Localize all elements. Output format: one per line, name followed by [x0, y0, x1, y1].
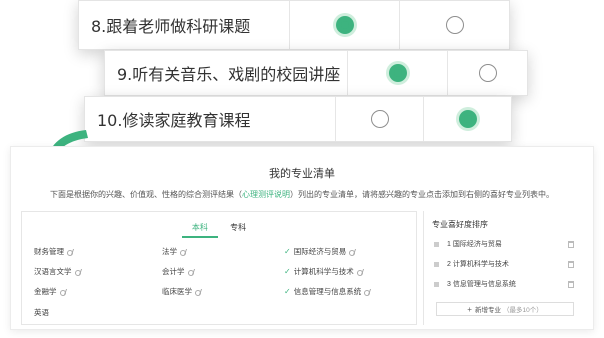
info-icon[interactable] [364, 289, 373, 296]
major-item[interactable]: 英语 [34, 307, 49, 318]
desc-suffix: ）列出的专业清单，请将感兴趣的专业点击添加到右侧的喜好专业列表中。 [290, 190, 554, 199]
desc-prefix: 下面是根据你的兴趣、价值观、性格的综合测评结果（ [50, 190, 242, 199]
radio-unselected[interactable] [370, 110, 389, 128]
info-icon[interactable] [356, 269, 366, 276]
info-icon[interactable] [349, 249, 358, 256]
major-item[interactable]: 法学 [162, 246, 189, 257]
major-label: 法学 [162, 247, 177, 256]
major-label: 汉语言文学 [34, 267, 72, 276]
info-icon[interactable] [74, 269, 84, 276]
ranking-label: 2 计算机科学与技术 [447, 261, 509, 268]
option-no[interactable] [447, 51, 527, 95]
assessment-help-link[interactable]: 心理测评说明 [242, 190, 290, 199]
ranking-label: 3 信息管理与信息系统 [447, 281, 516, 288]
panel-description: 下面是根据你的兴趣、价值观、性格的综合测评结果（心理测评说明）列出的专业清单，请… [11, 189, 593, 200]
question-text: 9.听有关音乐、戏剧的校园讲座 [117, 65, 341, 84]
major-label: 英语 [34, 308, 49, 317]
plus-icon: + [467, 304, 472, 314]
check-icon: ✓ [284, 247, 291, 256]
add-major-note: （最多10个） [502, 307, 543, 314]
radio-unselected[interactable] [445, 16, 464, 34]
major-label: 国际经济与贸易 [293, 247, 347, 256]
option-no[interactable] [423, 97, 511, 141]
drag-handle-icon[interactable] [434, 261, 439, 267]
major-item[interactable]: 临床医学 [162, 286, 204, 297]
panel-title: 我的专业清单 [269, 168, 335, 180]
radio-selected[interactable] [335, 16, 354, 34]
survey-question-10: 10.修读家庭教育课程 [84, 96, 512, 142]
option-yes[interactable] [335, 97, 423, 141]
info-icon[interactable] [59, 289, 69, 296]
major-item[interactable]: ✓ 信息管理与信息系统 [284, 286, 373, 297]
major-ranking-box: 专业喜好度排序 1 国际经济与贸易 2 计算机科学与技术 3 信息管理与信息系统… [423, 211, 583, 325]
degree-tabs: 本科 专科 [22, 222, 416, 238]
option-yes[interactable] [289, 1, 399, 49]
option-yes[interactable] [347, 51, 447, 95]
option-no[interactable] [399, 1, 509, 49]
radio-unselected[interactable] [478, 64, 497, 82]
radio-selected[interactable] [388, 64, 407, 82]
major-list-panel: 我的专业清单 下面是根据你的兴趣、价值观、性格的综合测评结果（心理测评说明）列出… [10, 146, 594, 330]
trash-icon[interactable] [568, 240, 574, 248]
ranking-label: 1 国际经济与贸易 [447, 241, 502, 248]
major-options-box: 本科 专科 财务管理 法学 ✓ 国际经济与贸易 汉语言文学 会计学 ✓ 计算机科学与… [21, 211, 417, 325]
add-major-label: 新增专业 [474, 307, 501, 314]
major-item[interactable]: 金融学 [34, 286, 69, 297]
drag-handle-icon[interactable] [434, 281, 439, 287]
check-icon: ✓ [284, 287, 291, 296]
info-icon[interactable] [195, 289, 204, 296]
radio-selected[interactable] [458, 110, 477, 128]
major-label: 临床医学 [162, 287, 192, 296]
trash-icon[interactable] [568, 280, 574, 288]
major-label: 金融学 [34, 287, 57, 296]
major-item[interactable]: 财务管理 [34, 246, 76, 257]
ranking-item[interactable]: 2 计算机科学与技术 [434, 259, 574, 269]
survey-question-9: 9.听有关音乐、戏剧的校园讲座 [104, 50, 528, 96]
question-text: 8.跟着老师做科研课题 [91, 17, 251, 36]
check-icon: ✓ [284, 267, 291, 276]
tab-undergraduate[interactable]: 本科 [181, 222, 218, 238]
major-label: 会计学 [162, 267, 185, 276]
trash-icon[interactable] [568, 260, 574, 268]
info-icon[interactable] [180, 249, 189, 256]
info-icon[interactable] [67, 249, 76, 256]
drag-handle-icon[interactable] [434, 241, 439, 247]
info-icon[interactable] [187, 269, 197, 276]
major-item[interactable]: ✓ 计算机科学与技术 [284, 266, 366, 277]
major-label: 财务管理 [34, 247, 64, 256]
major-item[interactable]: ✓ 国际经济与贸易 [284, 246, 358, 257]
major-label: 计算机科学与技术 [293, 267, 354, 276]
ranking-title: 专业喜好度排序 [432, 220, 488, 229]
major-item[interactable]: 汉语言文学 [34, 266, 84, 277]
tab-junior-college[interactable]: 专科 [220, 222, 256, 236]
question-text: 10.修读家庭教育课程 [97, 111, 251, 130]
ranking-item[interactable]: 3 信息管理与信息系统 [434, 279, 574, 289]
survey-question-8: 8.跟着老师做科研课题 [78, 0, 510, 50]
add-major-button[interactable]: + 新增专业 （最多10个） [436, 302, 574, 316]
ranking-item[interactable]: 1 国际经济与贸易 [434, 239, 574, 249]
major-item[interactable]: 会计学 [162, 266, 197, 277]
major-label: 信息管理与信息系统 [293, 287, 362, 296]
